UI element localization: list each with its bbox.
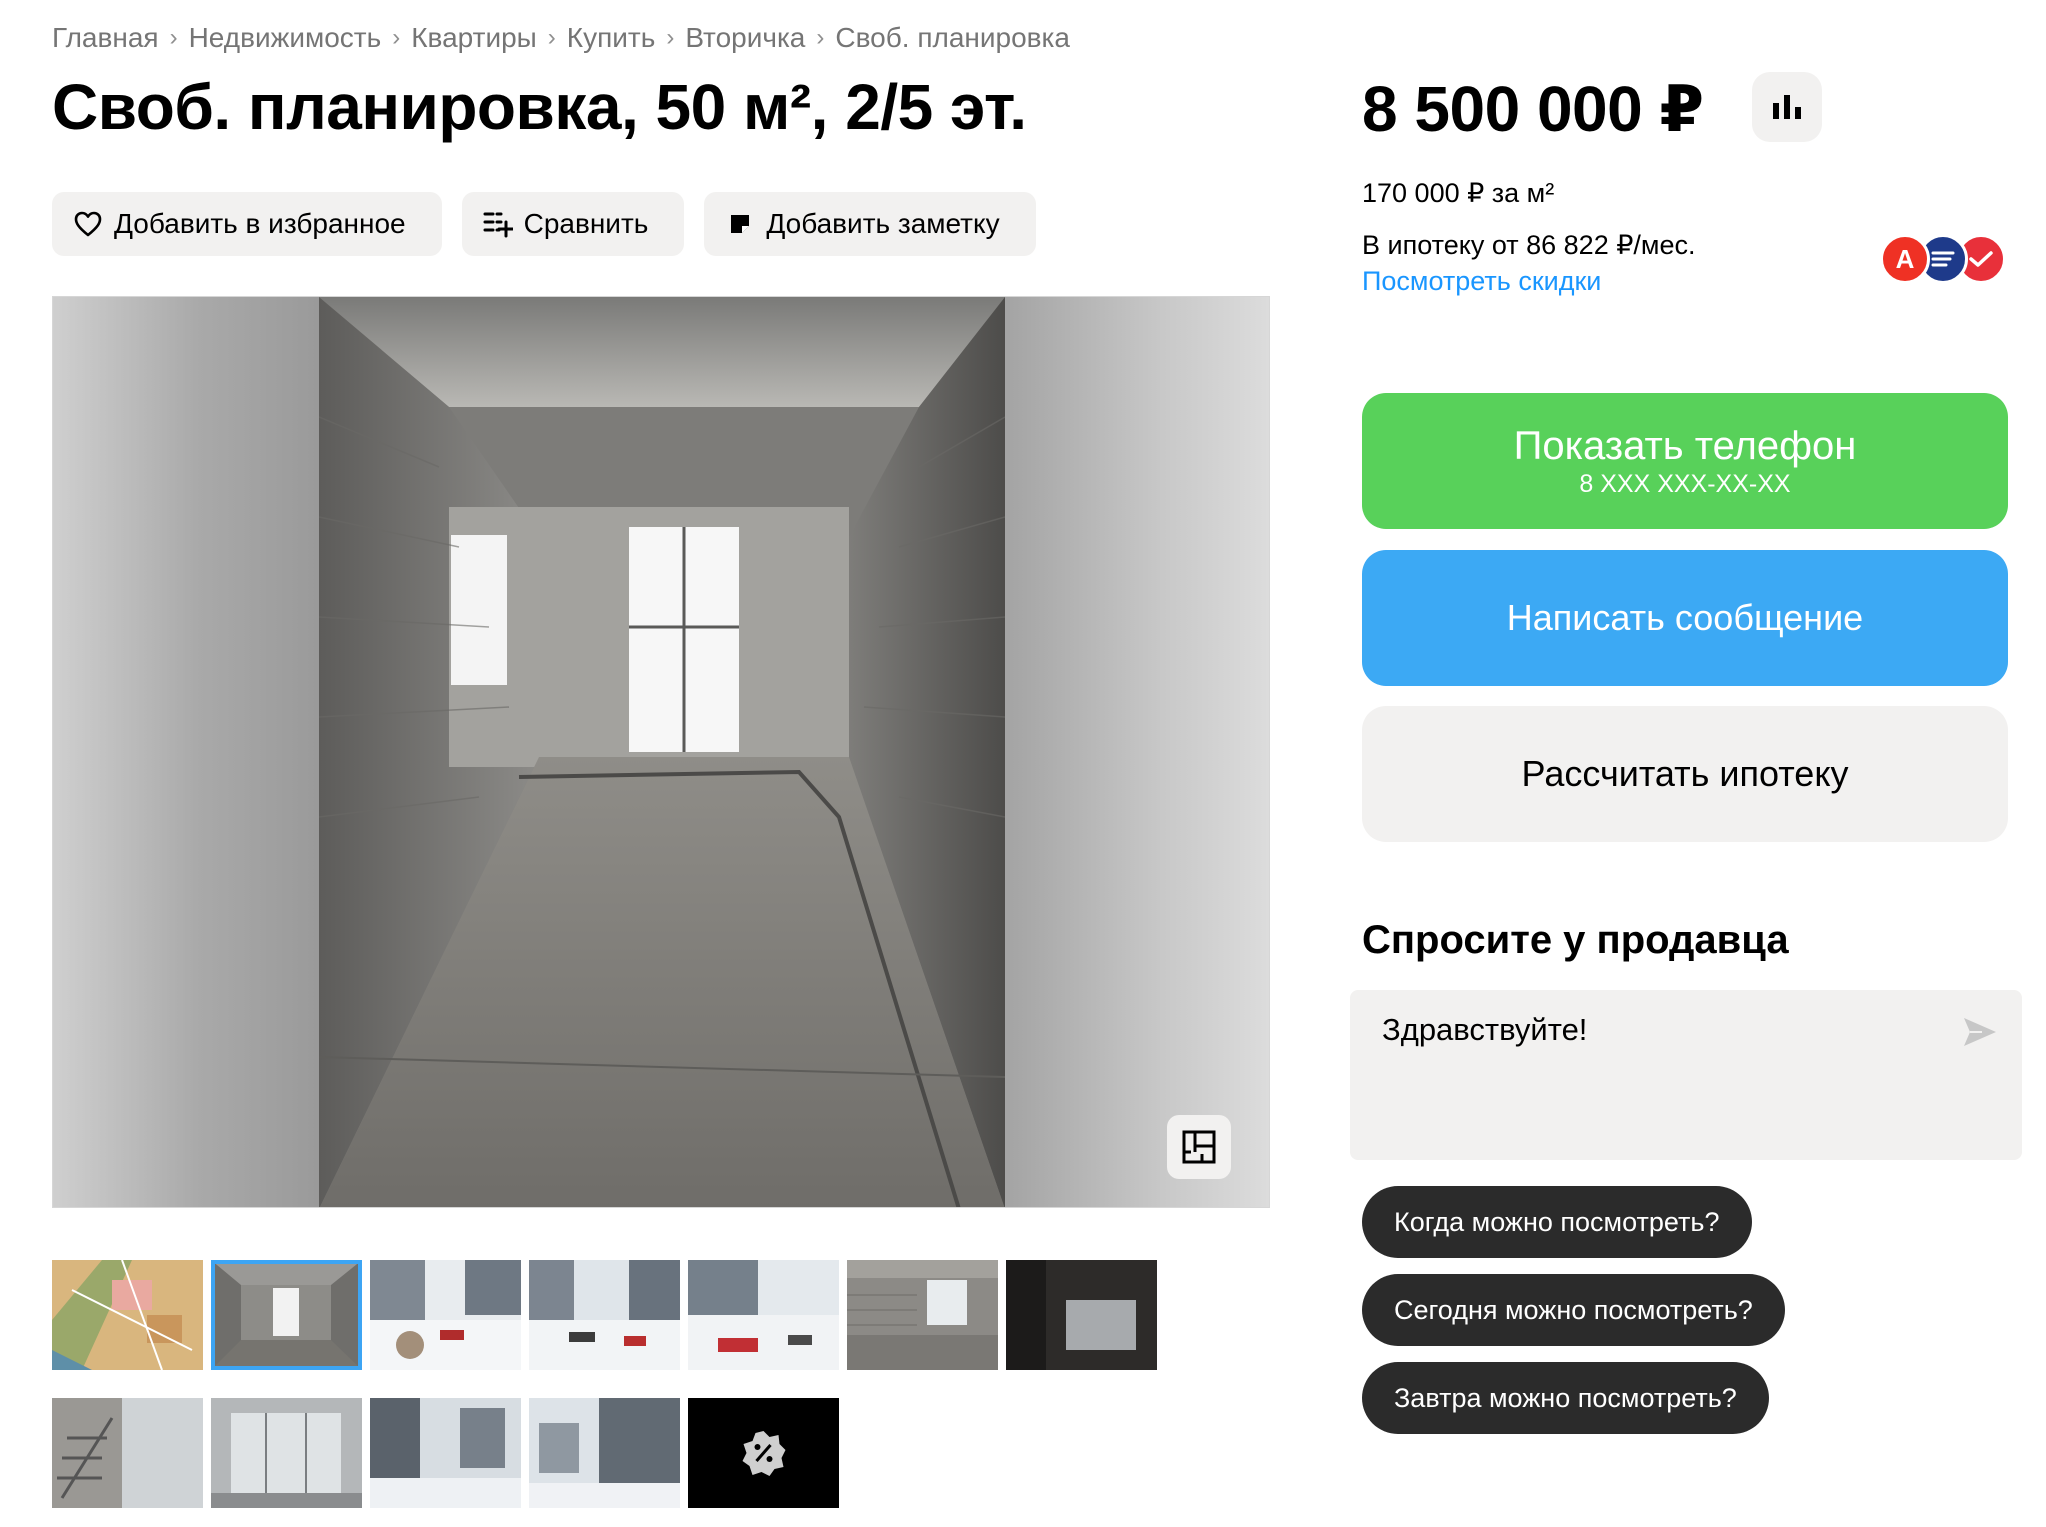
thumbnail-interior-window[interactable] xyxy=(211,1260,362,1370)
breadcrumb: Главная › Недвижимость › Квартиры › Купи… xyxy=(52,22,1070,54)
note-icon xyxy=(724,208,756,240)
breadcrumb-apartments[interactable]: Квартиры xyxy=(411,22,537,54)
breadcrumb-separator: › xyxy=(392,24,401,51)
quick-question-tomorrow[interactable]: Завтра можно посмотреть? xyxy=(1362,1362,1769,1434)
add-to-favorites-button[interactable]: Добавить в избранное xyxy=(52,192,442,256)
breadcrumb-separator: › xyxy=(547,24,556,51)
thumbnail-discount[interactable] xyxy=(688,1398,839,1508)
page-title: Своб. планировка, 50 м², 2/5 эт. xyxy=(52,71,1027,143)
thumbnail-buildings-snow[interactable] xyxy=(370,1398,521,1508)
breadcrumb-separator: › xyxy=(169,24,178,51)
thumbnail-interior-brick[interactable] xyxy=(847,1260,998,1370)
ask-seller-message: Здравствуйте! xyxy=(1382,1012,1588,1047)
breadcrumb-secondary[interactable]: Вторичка xyxy=(685,22,805,54)
photo-blur-right xyxy=(1003,297,1269,1207)
add-to-favorites-label: Добавить в избранное xyxy=(114,208,406,239)
quick-question-today[interactable]: Сегодня можно посмотреть? xyxy=(1362,1274,1785,1346)
mortgage-banks[interactable]: А xyxy=(1880,234,2008,284)
phone-masked: 8 XXX XXX-XX-XX xyxy=(1579,470,1791,498)
breadcrumb-free-layout[interactable]: Своб. планировка xyxy=(835,22,1070,54)
send-icon[interactable] xyxy=(1960,1012,2000,1052)
heart-icon xyxy=(72,208,104,240)
floor-plan-icon xyxy=(1182,1130,1216,1164)
add-note-button[interactable]: Добавить заметку xyxy=(704,192,1036,256)
compare-icon xyxy=(482,208,514,240)
quick-question-when[interactable]: Когда можно посмотреть? xyxy=(1362,1186,1752,1258)
thumbnail-stairs[interactable] xyxy=(52,1398,203,1508)
thumbnail-yard-snow[interactable] xyxy=(370,1260,521,1370)
add-note-label: Добавить заметку xyxy=(766,208,1000,239)
breadcrumb-real-estate[interactable]: Недвижимость xyxy=(189,22,382,54)
breadcrumb-separator: › xyxy=(816,24,825,51)
floor-plan-button[interactable] xyxy=(1167,1115,1231,1179)
calculate-mortgage-button[interactable]: Рассчитать ипотеку xyxy=(1362,706,2008,842)
show-phone-button[interactable]: Показать телефон 8 XXX XXX-XX-XX xyxy=(1362,393,2008,529)
thumbnail-entrance[interactable] xyxy=(211,1398,362,1508)
breadcrumb-separator: › xyxy=(666,24,675,51)
compare-button[interactable]: Сравнить xyxy=(461,192,685,256)
listing-actions: Добавить в избранное Сравнить Добавить з… xyxy=(52,192,1036,256)
apartment-photo xyxy=(319,297,1005,1207)
thumbnail-buildings-snow-2[interactable] xyxy=(529,1398,680,1508)
thumbnail-yard-cars-2[interactable] xyxy=(688,1260,839,1370)
ask-seller-input[interactable]: Здравствуйте! xyxy=(1350,990,2022,1160)
main-photo[interactable] xyxy=(52,296,1270,1208)
compare-label: Сравнить xyxy=(523,208,649,239)
breadcrumb-buy[interactable]: Купить xyxy=(567,22,656,54)
alfa-bank-letter: А xyxy=(1895,243,1915,274)
photo-blur-left xyxy=(53,297,319,1207)
write-message-button[interactable]: Написать сообщение xyxy=(1362,550,2008,686)
thumbnail-map[interactable] xyxy=(52,1260,203,1370)
calculate-mortgage-label: Рассчитать ипотеку xyxy=(1521,753,1849,794)
price-per-m2: 170 000 ₽ за м² xyxy=(1362,178,1555,208)
thumbnail-yard-cars[interactable] xyxy=(529,1260,680,1370)
bar-chart-icon xyxy=(1773,95,1801,119)
photo-thumbnails xyxy=(52,1260,1162,1508)
alfa-bank-icon: А xyxy=(1880,234,1930,284)
price: 8 500 000 ₽ xyxy=(1362,73,1704,145)
breadcrumb-home[interactable]: Главная xyxy=(52,22,159,54)
thumbnail-interior-dark[interactable] xyxy=(1006,1260,1157,1370)
price-history-button[interactable] xyxy=(1752,72,1822,142)
mortgage-from: В ипотеку от 86 822 ₽/мес. xyxy=(1362,230,1696,260)
discounts-link[interactable]: Посмотреть скидки xyxy=(1362,266,1601,297)
show-phone-label: Показать телефон xyxy=(1513,424,1857,468)
ask-seller-title: Спросите у продавца xyxy=(1362,918,1789,962)
write-message-label: Написать сообщение xyxy=(1506,597,1864,638)
